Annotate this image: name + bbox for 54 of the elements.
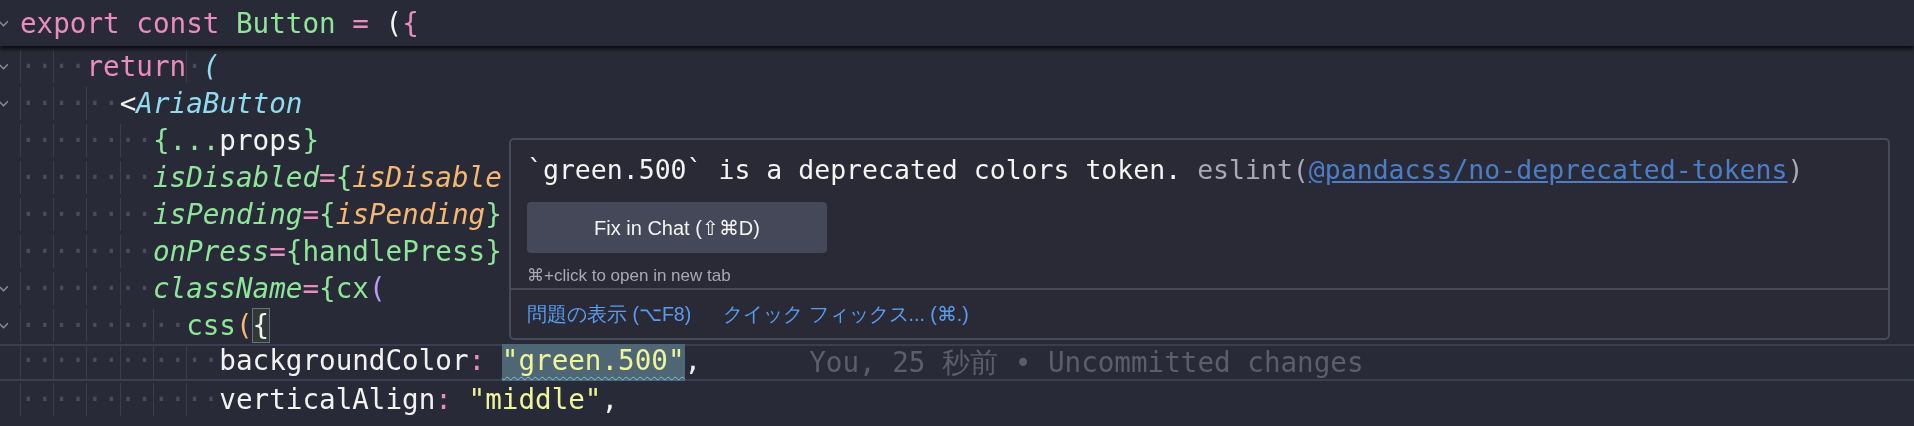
code-attribute: onPress: [152, 235, 270, 268]
code-keyword: :: [468, 344, 487, 379]
code-variable: isDisable: [352, 161, 502, 194]
code-identifier: handlePress: [302, 235, 486, 268]
code-text: props: [219, 124, 303, 157]
code-text: ,: [684, 344, 702, 379]
code-tag: AriaButton: [136, 87, 303, 120]
code-brace: {: [319, 272, 336, 305]
matched-bracket: {: [252, 309, 270, 342]
code-keyword: =: [302, 272, 320, 305]
rule-link[interactable]: @pandacss/no-deprecated-tokens: [1308, 152, 1788, 188]
fold-chevron-icon[interactable]: [0, 62, 8, 71]
code-brace: {: [335, 161, 353, 194]
code-attribute: isPending: [152, 198, 303, 231]
code-bracket: (: [368, 272, 386, 305]
code-brace: }: [485, 198, 502, 231]
code-attribute: className: [152, 272, 303, 305]
code-identifier: css: [186, 309, 236, 342]
fold-chevron-icon[interactable]: [0, 99, 8, 108]
code-keyword: =: [351, 6, 370, 40]
hint-text: ⌘+click to open in new tab: [527, 265, 731, 286]
hover-message: `green.500` is a deprecated colors token.: [527, 153, 1182, 187]
code-bracket: (: [236, 309, 253, 342]
code-brace: {: [285, 235, 303, 268]
code-string: "green.500": [501, 344, 685, 381]
code-identifier: Button: [235, 6, 336, 40]
fold-chevron-icon[interactable]: [0, 18, 8, 28]
code-string: "middle": [468, 383, 602, 416]
code-keyword: =: [319, 161, 336, 194]
rule-source: eslint(: [1197, 153, 1309, 187]
code-text: backgroundColor: [219, 344, 469, 379]
fix-in-chat-button[interactable]: Fix in Chat (⇧⌘D): [527, 202, 827, 253]
code-text: (: [385, 6, 403, 40]
code-tag: (: [202, 50, 220, 83]
code-brace: }: [302, 124, 320, 157]
action-link[interactable]: 問題の表示 (⌥F8): [527, 300, 692, 328]
code-keyword: =: [269, 235, 286, 268]
code-identifier: cx: [335, 272, 369, 305]
rule-source: ): [1787, 153, 1804, 187]
code-brace: {: [319, 198, 336, 231]
code-keyword: {: [402, 6, 419, 40]
code-attribute: isDisabled: [152, 161, 320, 194]
code-variable: isPending: [335, 198, 486, 231]
code-keyword: :: [435, 383, 453, 416]
code-brace: {...: [152, 124, 220, 157]
action-link[interactable]: クイック フィックス... (⌘.): [723, 300, 969, 328]
code-text: ,: [601, 383, 619, 416]
code-text: verticalAlign: [219, 383, 436, 416]
code-keyword: =: [302, 198, 320, 231]
code-keyword: return: [86, 50, 187, 83]
code-keyword: export const: [20, 6, 221, 40]
code-brace: }: [485, 235, 502, 268]
fold-chevron-icon[interactable]: [0, 321, 8, 330]
fold-chevron-icon[interactable]: [0, 284, 8, 293]
